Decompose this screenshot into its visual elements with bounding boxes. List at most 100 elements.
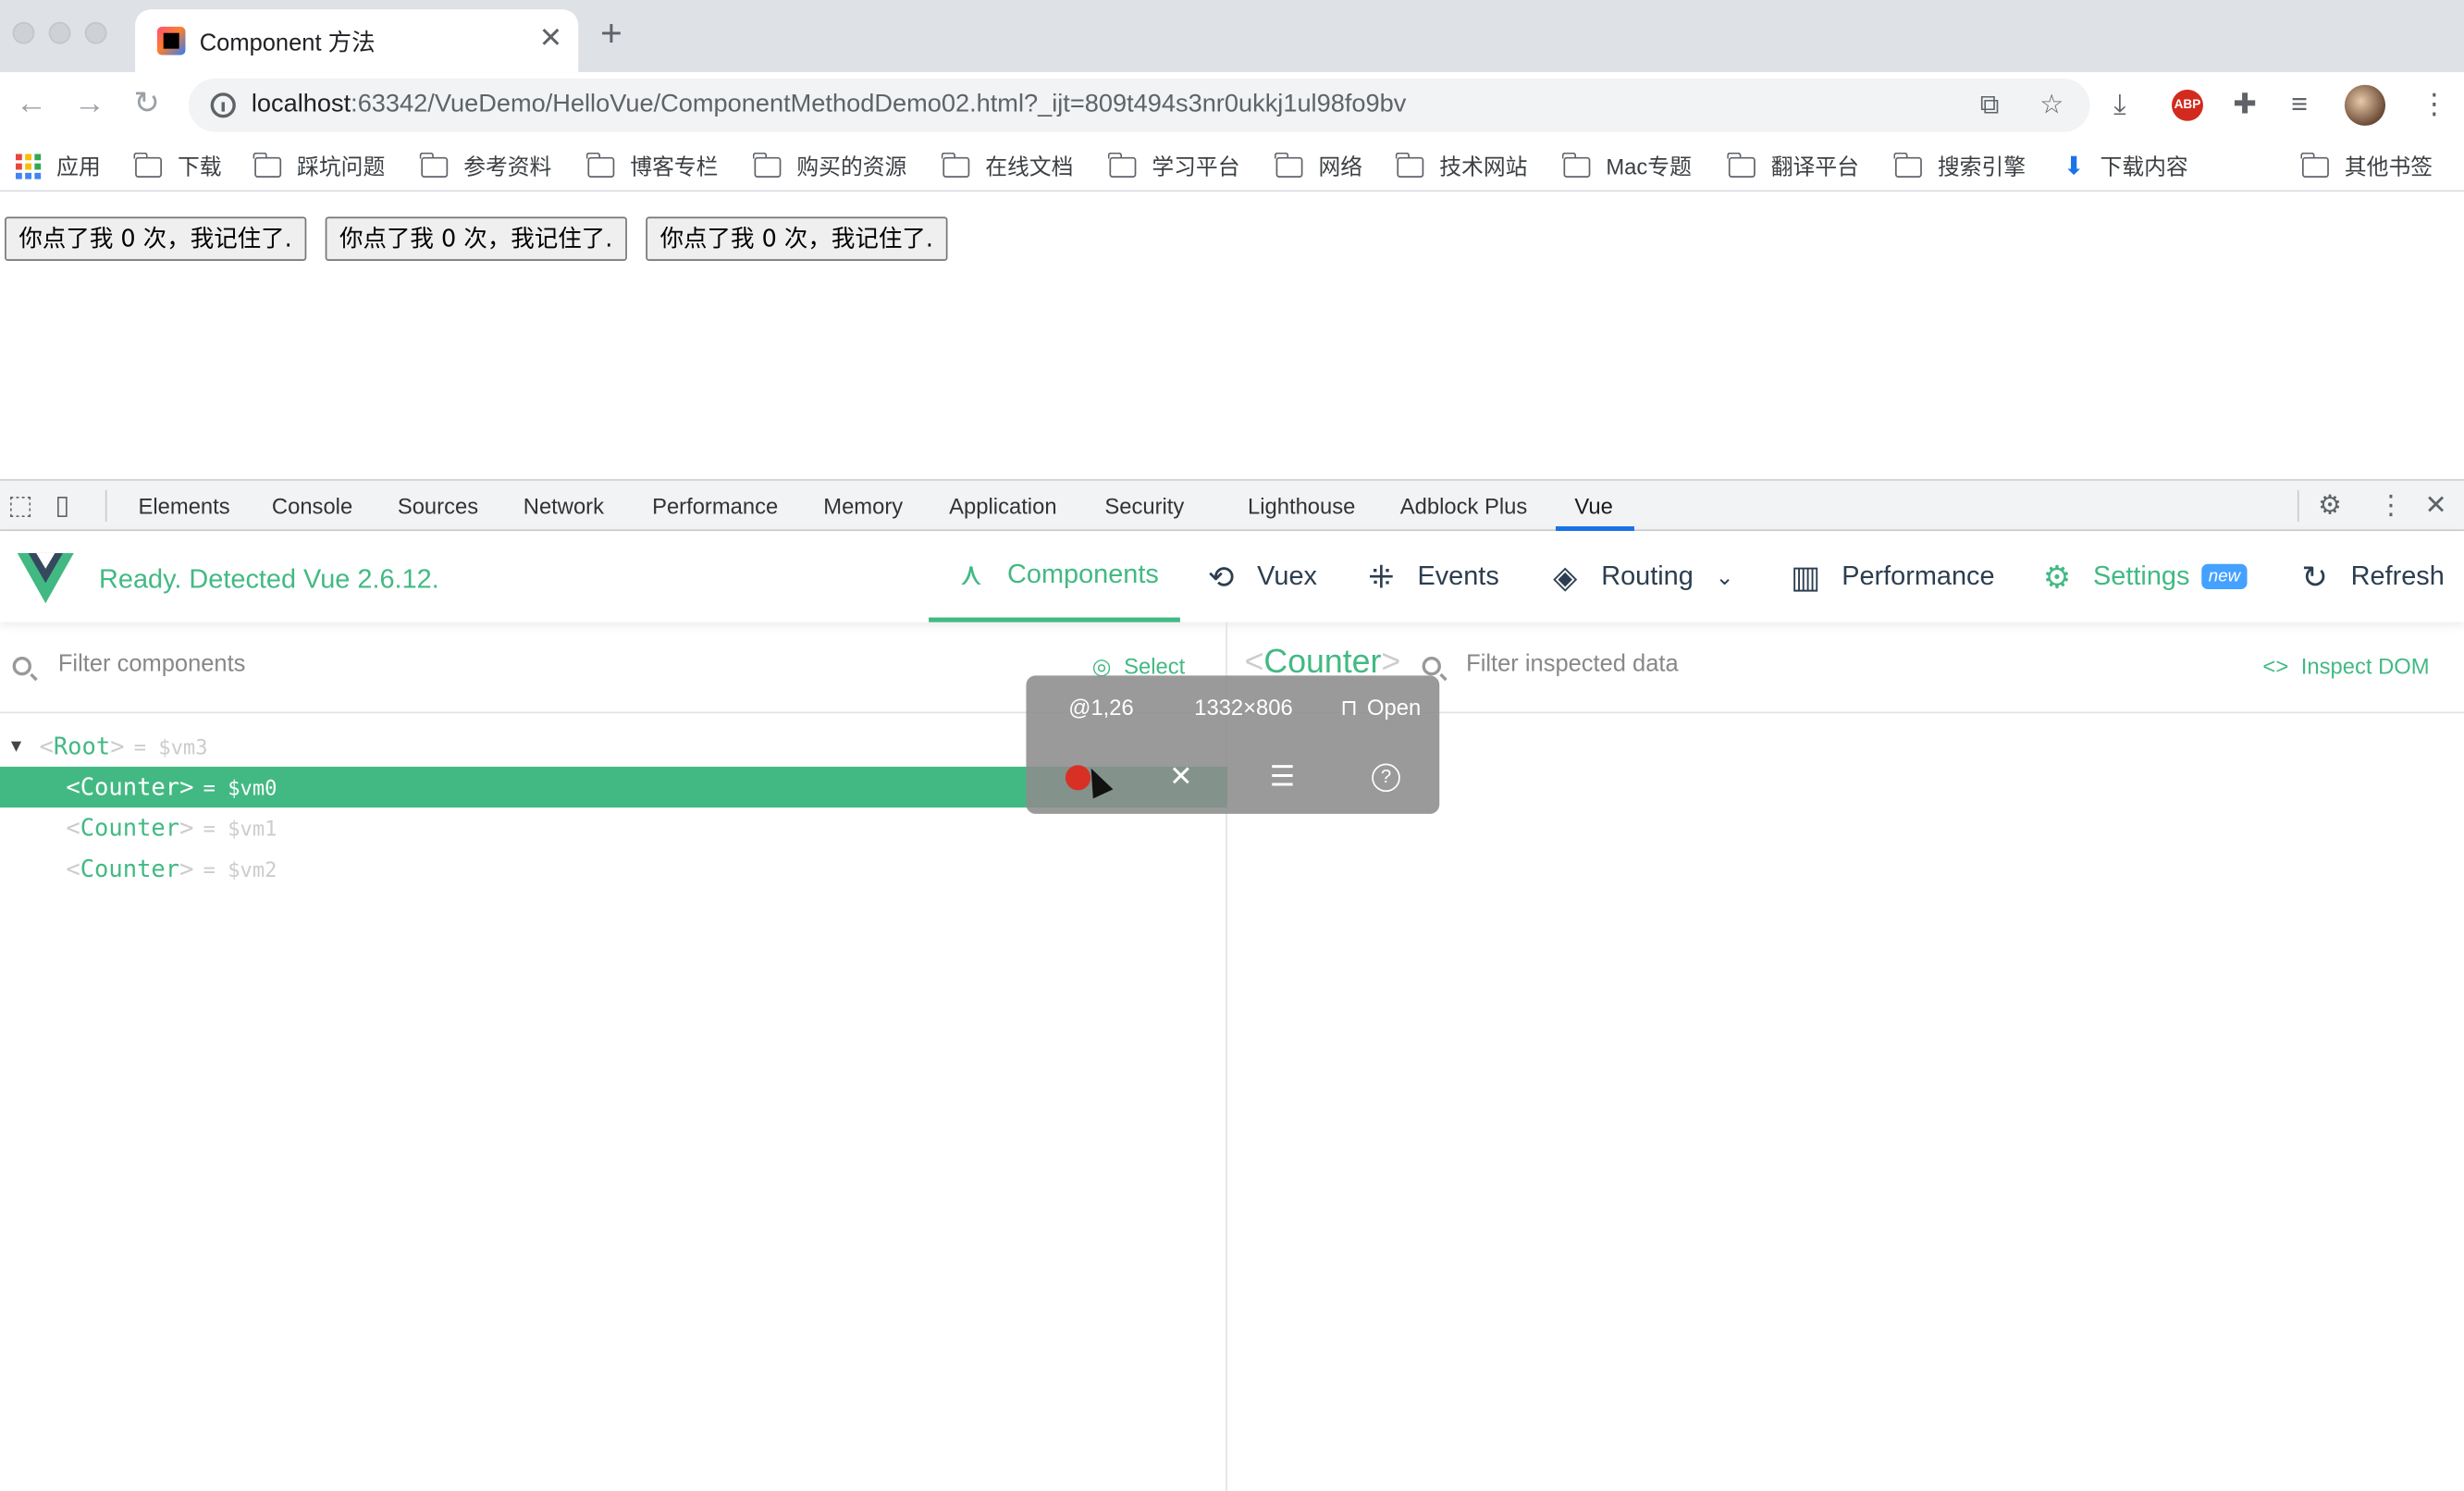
close-icon[interactable]: ✕ xyxy=(1169,760,1193,792)
refresh-button[interactable]: ↻ Refresh xyxy=(2298,531,2444,622)
tab-lighthouse[interactable]: Lighthouse xyxy=(1248,493,1355,518)
bookmark-item[interactable]: 技术网站 xyxy=(1396,151,1527,182)
window-minimize-control[interactable] xyxy=(48,21,71,44)
filter-inspected-data-input[interactable] xyxy=(1466,650,2064,678)
filter-components-input[interactable] xyxy=(57,650,687,678)
routing-icon: ◈ xyxy=(1553,560,1578,595)
history-icon: ⟲ xyxy=(1207,560,1235,595)
address-bar[interactable]: localhost:63342/VueDemo/HelloVue/Compone… xyxy=(188,78,2090,132)
divider xyxy=(105,489,107,522)
folder-icon xyxy=(586,151,615,178)
component-tag: Root xyxy=(53,732,111,761)
bookmark-item[interactable]: 翻译平台 xyxy=(1727,151,1859,182)
tab-application[interactable]: Application xyxy=(949,493,1056,518)
inspect-element-icon[interactable]: ⬚ xyxy=(7,490,32,522)
nav-components[interactable]: ⋏ Components xyxy=(929,531,1180,622)
bookmark-label: 博客专栏 xyxy=(630,154,719,179)
tab-network[interactable]: Network xyxy=(524,493,604,518)
chevron-down-icon: ⌄ xyxy=(1715,562,1734,589)
vue-devtools-header: Ready. Detected Vue 2.6.12. ⋏ Components … xyxy=(0,531,2464,622)
reload-icon[interactable]: ↻ xyxy=(133,85,159,123)
reading-list-icon[interactable]: ≡ xyxy=(2291,88,2308,119)
nav-routing[interactable]: ◈ Routing ⌄ xyxy=(1547,531,1733,622)
bookmark-item[interactable]: 博客专栏 xyxy=(586,151,719,182)
nav-performance[interactable]: ▥ Performance xyxy=(1788,531,1994,622)
tab-vue[interactable]: Vue xyxy=(1574,493,1612,518)
profile-avatar[interactable] xyxy=(2344,84,2386,126)
tree-row[interactable]: <Counter> = $vm2 xyxy=(0,848,1227,889)
forward-icon[interactable]: → xyxy=(74,85,105,123)
browser-tab[interactable]: Component 方法 ✕ xyxy=(135,9,579,73)
counter-button-1[interactable]: 你点了我 0 次，我记住了. xyxy=(5,216,307,261)
tab-close-icon[interactable]: ✕ xyxy=(539,22,563,55)
vue-logo-icon xyxy=(17,552,74,604)
tab-sources[interactable]: Sources xyxy=(398,493,478,518)
folder-icon xyxy=(2300,151,2329,178)
counter-button-2[interactable]: 你点了我 0 次，我记住了. xyxy=(325,216,627,261)
browser-menu-icon[interactable]: ⋮ xyxy=(2420,88,2448,119)
bookmark-item[interactable]: Mac专题 xyxy=(1562,151,1692,182)
translate-icon[interactable]: ⧉ xyxy=(1980,91,2000,120)
folder-icon xyxy=(1275,151,1303,178)
vm-reference: = $vm0 xyxy=(203,777,277,802)
counter-button-3[interactable]: 你点了我 0 次，我记住了. xyxy=(646,216,948,261)
bookmark-item[interactable]: 参考资料 xyxy=(420,151,552,182)
settings-gear-icon: ⚙ xyxy=(2042,560,2072,595)
capture-size-readout: 1332×806 xyxy=(1194,694,1293,720)
sliders-icon[interactable]: ☰ xyxy=(1270,760,1295,792)
bookmark-label: 应用 xyxy=(56,154,101,179)
bookmark-item[interactable]: 网络 xyxy=(1275,151,1362,182)
extensions-puzzle-icon[interactable]: ✚ xyxy=(2233,88,2257,119)
bookmark-label: 参考资料 xyxy=(463,154,552,179)
bookmark-star-icon[interactable]: ☆ xyxy=(2039,91,2064,120)
adblock-plus-icon[interactable]: ABP xyxy=(2171,89,2203,121)
bookmark-item[interactable]: 购买的资源 xyxy=(753,151,906,182)
window-close-control[interactable] xyxy=(12,21,35,44)
folder-icon xyxy=(1893,151,1922,178)
gear-icon[interactable]: ⚙ xyxy=(2318,490,2342,522)
bookmark-item[interactable]: 其他书签 xyxy=(2300,151,2433,182)
expand-toggle-icon[interactable]: ▼ xyxy=(11,726,21,767)
back-icon[interactable]: ← xyxy=(16,85,47,123)
bookmark-item[interactable]: 学习平台 xyxy=(1108,151,1239,182)
bookmark-label: 在线文档 xyxy=(985,154,1074,179)
site-info-icon[interactable] xyxy=(210,92,236,118)
bookmark-item[interactable]: 踩坑问题 xyxy=(253,151,386,182)
tab-elements[interactable]: Elements xyxy=(139,493,230,518)
close-devtools-icon[interactable]: ✕ xyxy=(2425,490,2447,522)
inspect-dom-button[interactable]: <> Inspect DOM xyxy=(2262,654,2429,679)
tab-strip: Component 方法 ✕ + xyxy=(0,0,2464,73)
apps-icon xyxy=(15,154,42,179)
nav-vuex[interactable]: ⟲ Vuex xyxy=(1203,531,1317,622)
url-text[interactable]: localhost:63342/VueDemo/HelloVue/Compone… xyxy=(252,92,1407,120)
folder-icon xyxy=(1396,151,1424,178)
folder-icon xyxy=(1562,151,1591,178)
nav-events[interactable]: ⁜ Events xyxy=(1364,531,1499,622)
open-button[interactable]: ⊓ Open xyxy=(1340,695,1421,721)
tab-security[interactable]: Security xyxy=(1104,493,1184,518)
download-icon[interactable]: ⤓ xyxy=(2113,88,2126,119)
bookmark-item[interactable]: 下载 xyxy=(134,151,222,182)
tab-adblock-plus[interactable]: Adblock Plus xyxy=(1400,493,1528,518)
floating-recorder-toolbar: @1,26 1332×806 ⊓ Open ✕ ☰ ? xyxy=(1026,675,1440,814)
device-toolbar-icon[interactable]: ▯ xyxy=(55,490,69,522)
tab-console[interactable]: Console xyxy=(272,493,352,518)
more-options-icon[interactable]: ⋮ xyxy=(2378,490,2405,522)
new-tab-button[interactable]: + xyxy=(600,15,622,54)
bookmark-item[interactable]: ⬇ 下载内容 xyxy=(2064,151,2188,182)
bookmark-label: 踩坑问题 xyxy=(297,154,386,179)
bar-chart-icon: ▥ xyxy=(1791,560,1821,595)
tab-performance[interactable]: Performance xyxy=(652,493,778,518)
bookmark-item[interactable]: 搜索引擎 xyxy=(1893,151,2026,182)
tab-memory[interactable]: Memory xyxy=(823,493,903,518)
folder-icon xyxy=(942,151,970,178)
help-icon[interactable]: ? xyxy=(1372,763,1400,793)
lock-open-icon: ⊓ xyxy=(1340,694,1358,720)
vm-reference: = $vm3 xyxy=(133,736,208,761)
bookmark-label: 翻译平台 xyxy=(1770,154,1859,179)
bookmark-item[interactable]: 应用 xyxy=(15,151,101,182)
window-zoom-control[interactable] xyxy=(84,21,107,44)
nav-settings[interactable]: ⚙ Settings new xyxy=(2039,531,2247,622)
bookmark-item[interactable]: 在线文档 xyxy=(942,151,1073,182)
tab-title: Component 方法 xyxy=(199,30,376,57)
